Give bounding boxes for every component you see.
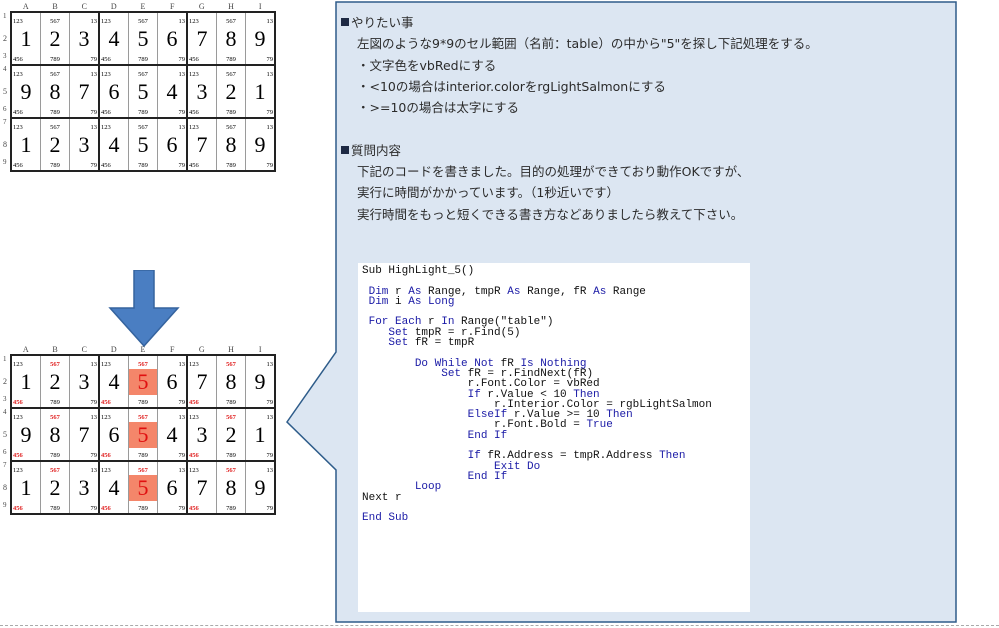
body-text: ・>=10の場合は太字にする <box>357 100 519 116</box>
section-heading: やりたい事 <box>341 12 941 33</box>
body-text: 実行に時間がかかっています。（1秒近いです） <box>357 185 619 201</box>
square-bullet-icon <box>341 145 349 154</box>
body-text: 左図のような9*9のセル範囲（名前：table）の中から"5"を探し下記処理をす… <box>357 36 818 52</box>
body-text: ・文字色をvbRedにする <box>357 57 497 73</box>
vba-code: Sub HighLight_5() Dim r As Range, tmpR A… <box>362 265 712 525</box>
body-text: 下記のコードを書きました。目的の処理ができており動作OKですが、 <box>357 164 750 180</box>
body-text: 実行時間をもっと短くできる書き方などありましたら教えて下さい。 <box>357 206 744 222</box>
section-heading: 質問内容 <box>341 140 941 161</box>
vba-code-block: Sub HighLight_5() Dim r As Range, tmpR A… <box>358 263 750 612</box>
divider <box>0 625 999 626</box>
question-text: やりたい事左図のような9*9のセル範囲（名前：table）の中から"5"を探し下… <box>341 12 941 225</box>
square-bullet-icon <box>341 18 349 26</box>
body-text: ・<10の場合はinterior.colorをrgLightSalmonにする <box>357 78 666 94</box>
